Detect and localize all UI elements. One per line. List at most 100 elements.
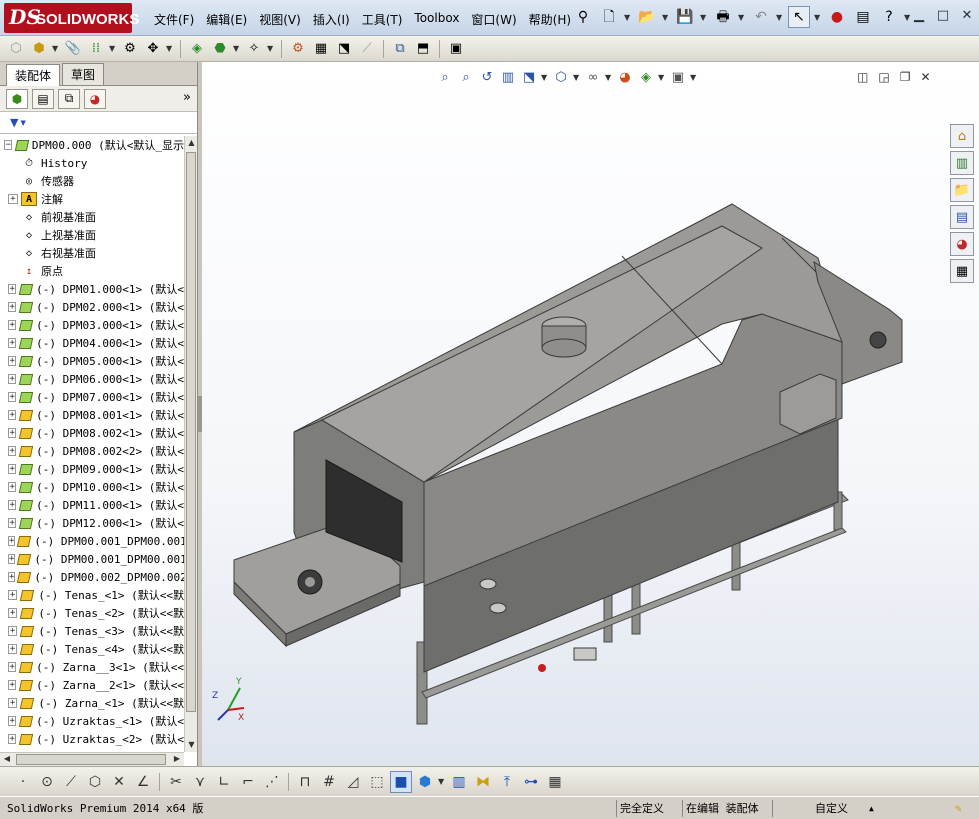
chevron-down-icon[interactable]: ▼	[776, 6, 784, 28]
linear-pattern-icon[interactable]: ⁞⁞	[86, 39, 106, 59]
expand-icon[interactable]: +	[8, 392, 17, 402]
funnel-icon[interactable]: ▼	[10, 116, 18, 129]
scroll-down-icon[interactable]: ▼	[185, 738, 198, 752]
display-manager-icon[interactable]: ◕	[84, 88, 106, 109]
close-icon[interactable]: ✕	[958, 6, 976, 24]
isometric-view-icon[interactable]: ⬢	[414, 771, 436, 793]
section-icon[interactable]: ▥	[448, 771, 470, 793]
tree-item[interactable]: + (-) DPM08.002<2> (默认<	[0, 442, 184, 460]
restore-viewport-icon[interactable]: ◲	[878, 70, 889, 84]
expand-icon[interactable]: +	[8, 374, 17, 384]
tree-item[interactable]: ↥ 原点	[0, 262, 184, 280]
point-icon[interactable]: ·	[12, 771, 34, 793]
move-component-icon[interactable]: ✥	[143, 39, 163, 59]
line-icon[interactable]: ⟋	[60, 771, 82, 793]
tree-item[interactable]: ⏱ History	[0, 154, 184, 172]
interference-detection-icon[interactable]: ⧉	[390, 39, 410, 59]
scroll-thumb[interactable]	[16, 754, 166, 765]
expand-icon[interactable]: +	[8, 536, 16, 546]
view-orientation-icon[interactable]: ⬔	[520, 68, 538, 86]
tree-item[interactable]: ◇ 右视基准面	[0, 244, 184, 262]
view-settings-icon[interactable]: ▣	[669, 68, 687, 86]
tree-item[interactable]: + (-) Zarna_<1> (默认<<默	[0, 694, 184, 712]
tree-item[interactable]: + (-) DPM11.000<1> (默认<	[0, 496, 184, 514]
expand-icon[interactable]: +	[8, 716, 17, 726]
expand-icon[interactable]: +	[8, 518, 17, 528]
solidworks-resources-icon[interactable]: ⌂	[950, 124, 974, 148]
tab-sketch[interactable]: 草图	[62, 63, 105, 85]
tree-item[interactable]: ◎ 传感器	[0, 172, 184, 190]
chevron-down-icon[interactable]: ▼	[109, 44, 117, 53]
tree-item[interactable]: + (-) Tenas_<1> (默认<<默	[0, 586, 184, 604]
undo-icon[interactable]: ↶	[750, 6, 772, 28]
table-icon[interactable]: ▦	[544, 771, 566, 793]
rebuild-status-icon[interactable]: ✎	[952, 800, 965, 817]
expand-icon[interactable]: +	[8, 284, 17, 294]
tree-item[interactable]: + (-) Tenas_<3> (默认<<默	[0, 622, 184, 640]
move-triad-icon[interactable]: ⤒	[496, 771, 518, 793]
expand-icon[interactable]: +	[8, 446, 17, 456]
expand-icon[interactable]: +	[8, 680, 17, 690]
expand-icon[interactable]: +	[8, 302, 17, 312]
edit-appearance-icon[interactable]: ◕	[616, 68, 634, 86]
scroll-thumb[interactable]	[186, 152, 196, 712]
shaded-box-icon[interactable]: ■	[390, 770, 412, 793]
new-part-icon[interactable]: ⬢	[29, 39, 49, 59]
appearances-scenes-icon[interactable]: ◕	[950, 232, 974, 256]
expand-icon[interactable]: +	[8, 194, 18, 204]
chevron-down-icon[interactable]: ▼	[438, 777, 446, 786]
menu-tools[interactable]: 工具(T)	[356, 9, 409, 30]
conveyor-oven-model[interactable]	[202, 62, 979, 766]
graphics-area[interactable]: ⌕ ⌕ ↺ ▥ ⬔ ▼ ⬡ ▼ ∞ ▼ ◕ ◈ ▼ ▣ ▼ ◫ ◲ ❐ ✕ ⌂ ▥ 📁 ▤…	[202, 62, 979, 766]
rebuild-traffic-light-icon[interactable]: ●	[826, 6, 848, 28]
expand-icon[interactable]: +	[8, 338, 17, 348]
tree-item[interactable]: + (-) Tenas_<4> (默认<<默	[0, 640, 184, 658]
tree-item[interactable]: + (-) DPM10.000<1> (默认<	[0, 478, 184, 496]
clearance-verification-icon[interactable]: ⬒	[413, 39, 433, 59]
property-manager-icon[interactable]: ▤	[32, 88, 54, 109]
solidworks-logo[interactable]: DS SOLIDWORKS	[4, 3, 139, 33]
chevron-down-icon[interactable]: ▼	[738, 6, 746, 28]
tree-root-assembly[interactable]: − DPM00.000 (默认<默认_显示	[0, 136, 184, 154]
angle-icon[interactable]: ∠	[132, 771, 154, 793]
circle-icon[interactable]: ⊙	[36, 771, 58, 793]
zoom-to-area-icon[interactable]: ⌕	[457, 68, 475, 86]
reference-geometry-icon[interactable]: ✧	[244, 39, 264, 59]
fillet-icon[interactable]: ∟	[213, 771, 235, 793]
tree-horizontal-scrollbar[interactable]: ◀ ▶	[0, 752, 184, 766]
extend-icon[interactable]: ⋎	[189, 771, 211, 793]
chevron-down-icon[interactable]: ▼	[624, 6, 632, 28]
pin-icon[interactable]: ⚲	[572, 6, 594, 28]
chevron-down-icon[interactable]: ▼	[52, 44, 60, 53]
smart-fasteners-icon[interactable]: ⚙	[120, 39, 140, 59]
chevron-down-icon[interactable]: ▼	[690, 73, 698, 82]
expand-icon[interactable]: +	[8, 410, 17, 420]
help-icon[interactable]: ?	[878, 6, 900, 28]
explode-line-sketch-icon[interactable]: ⟋	[357, 39, 377, 59]
tile-viewport-icon[interactable]: ❐	[900, 70, 911, 84]
expand-icon[interactable]: +	[8, 734, 17, 744]
scroll-left-icon[interactable]: ◀	[0, 753, 14, 765]
file-explorer-icon[interactable]: 📁	[950, 178, 974, 202]
chevron-down-icon[interactable]: ▼	[700, 6, 708, 28]
expand-icon[interactable]: +	[8, 500, 17, 510]
tree-item[interactable]: + (-) DPM08.002<1> (默认<	[0, 424, 184, 442]
expand-icon[interactable]: +	[8, 464, 17, 474]
tree-item[interactable]: + (-) DPM00.001_DPM00.001	[0, 532, 184, 550]
new-motion-study-icon[interactable]: ⚙	[288, 39, 308, 59]
chevron-down-icon[interactable]: ▼	[605, 73, 613, 82]
expand-icon[interactable]: +	[8, 698, 18, 708]
tree-item[interactable]: ◇ 前视基准面	[0, 208, 184, 226]
expand-icon[interactable]: +	[8, 626, 18, 636]
collapse-icon[interactable]: −	[4, 140, 13, 150]
tree-item[interactable]: ◇ 上视基准面	[0, 226, 184, 244]
maximize-icon[interactable]: □	[934, 6, 952, 24]
print-icon[interactable]: 🖶	[712, 6, 734, 28]
status-units[interactable]: 自定义	[812, 800, 851, 817]
menu-insert[interactable]: 插入(I)	[307, 9, 356, 30]
chevron-down-icon[interactable]: ▼	[814, 6, 822, 28]
chevron-down-icon[interactable]: ▼	[233, 44, 241, 53]
design-library-icon[interactable]: ▥	[950, 151, 974, 175]
exploded-view-icon[interactable]: ⬔	[334, 39, 354, 59]
expand-icon[interactable]: +	[8, 482, 17, 492]
